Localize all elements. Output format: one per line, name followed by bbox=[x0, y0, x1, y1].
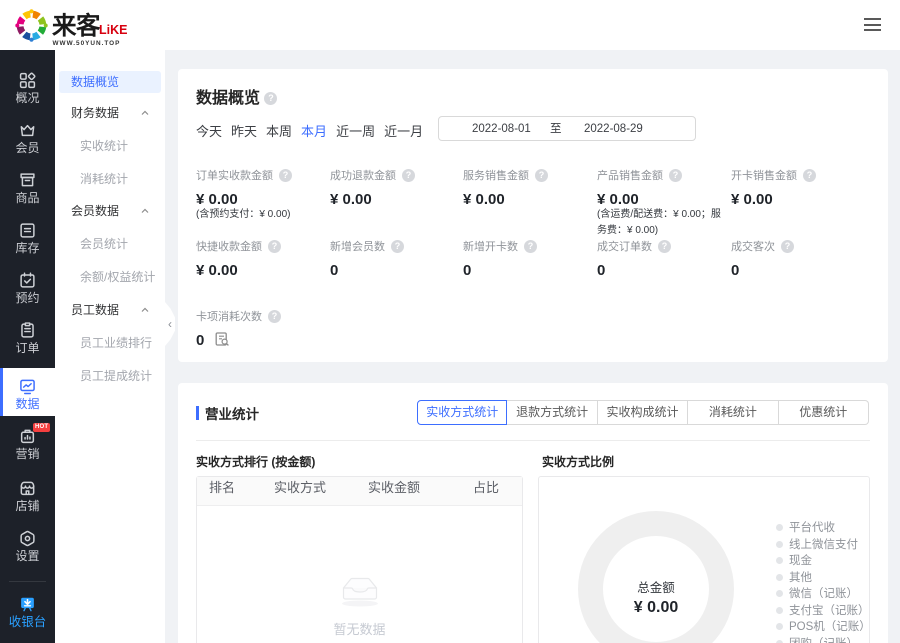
svg-text:LiKE: LiKE bbox=[99, 23, 127, 37]
svg-text:来客: 来客 bbox=[52, 11, 101, 40]
svg-text:WWW.50YUN.TOP: WWW.50YUN.TOP bbox=[53, 40, 121, 47]
